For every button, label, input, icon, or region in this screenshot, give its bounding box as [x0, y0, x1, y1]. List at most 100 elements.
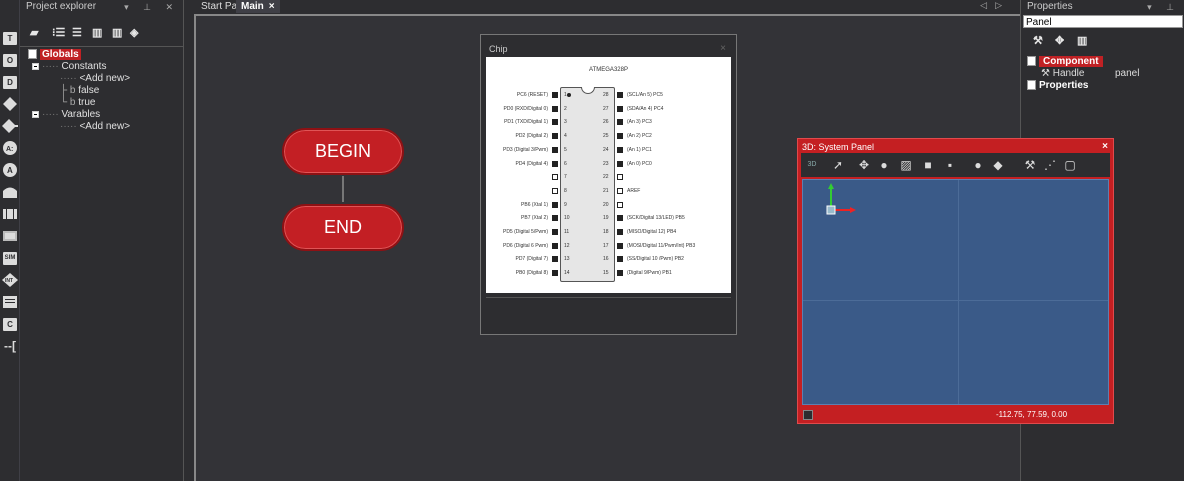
axes-icon[interactable]: ⋰	[1043, 158, 1057, 172]
component-list-icon[interactable]: ▥	[112, 26, 122, 39]
pin-11-terminal[interactable]	[552, 229, 558, 235]
pin-22-terminal[interactable]	[617, 174, 623, 181]
pin-26-terminal[interactable]	[617, 119, 623, 126]
chip-window-title: Chip	[489, 44, 508, 54]
calculation-tool-icon[interactable]	[2, 228, 18, 244]
pin-3-terminal[interactable]	[552, 119, 558, 126]
list-icon[interactable]: ☰	[72, 26, 82, 39]
pin-12-terminal[interactable]	[552, 242, 558, 249]
pin-16-terminal[interactable]	[617, 256, 623, 263]
pin-1-terminal[interactable]	[552, 92, 558, 98]
tree-add-new-variable[interactable]: ····· <Add new>	[60, 121, 130, 132]
end-block[interactable]: END	[282, 204, 404, 251]
tree-constants[interactable]: ····· Constants	[32, 61, 106, 72]
tree-variables[interactable]: ····· Varables	[32, 109, 100, 120]
pin-label: PD5 (Digital 5/Pwm)	[502, 229, 548, 235]
pin-15-terminal[interactable]	[617, 270, 623, 277]
pin-2-terminal[interactable]	[552, 105, 558, 112]
c-code-tool-icon[interactable]: C	[2, 316, 18, 332]
system-panel-window[interactable]: 3D: System Panel × 3D ➚ ✥ ● ▨ ■ ▪ ● ◆ ⚒ …	[797, 138, 1114, 424]
collapse-icon[interactable]	[32, 110, 39, 118]
collapse-icon[interactable]	[32, 62, 39, 70]
sphere-icon[interactable]: ●	[877, 158, 891, 172]
interrupt-tool-icon[interactable]: INT	[2, 272, 18, 288]
edit-icon[interactable]: ▰	[30, 26, 38, 39]
tab-main[interactable]: Main ×	[236, 0, 280, 13]
tree-constant-false[interactable]: ├ b false	[60, 85, 99, 96]
macro-list-icon[interactable]: ▥	[92, 26, 102, 39]
component-list-icon[interactable]: ▥	[1077, 34, 1087, 47]
view-icon[interactable]: ▪	[943, 158, 957, 172]
tree-constant-true[interactable]: └ b true	[60, 97, 95, 108]
tools-icon[interactable]: ⚒	[1023, 158, 1037, 172]
tab-nav-arrows[interactable]: ◁▷	[980, 0, 1010, 11]
pointer-icon[interactable]: ➚	[831, 158, 845, 172]
begin-block[interactable]: BEGIN	[282, 128, 404, 175]
3d-viewport[interactable]	[802, 179, 1109, 405]
pin-21-terminal[interactable]	[617, 187, 623, 194]
handle-value[interactable]: panel	[1115, 68, 1139, 79]
panel-controls[interactable]: ▾ ⊥	[1147, 0, 1180, 14]
pin-13-terminal[interactable]	[552, 256, 558, 263]
pin-17-terminal[interactable]	[617, 242, 623, 249]
pin-number: 21	[603, 187, 609, 194]
output-tool-icon[interactable]: O	[2, 52, 18, 68]
move-icon[interactable]: ✥	[1055, 34, 1064, 47]
pin-7-terminal[interactable]	[552, 174, 558, 181]
switch-tool-icon[interactable]	[2, 118, 18, 134]
simulation-tool-icon[interactable]: SIM	[2, 250, 18, 266]
camera-icon[interactable]: ■	[921, 158, 935, 172]
axis-gizmo-icon[interactable]	[823, 182, 863, 216]
comment-tool-icon[interactable]	[2, 294, 18, 310]
component-category[interactable]: Component	[1027, 56, 1103, 67]
component-macro-icon[interactable]	[2, 206, 18, 222]
pin-20-terminal[interactable]	[617, 201, 623, 208]
close-tab-icon[interactable]: ×	[269, 1, 275, 12]
events-icon[interactable]: ◈	[130, 26, 138, 39]
input-tool-icon[interactable]: A	[2, 162, 18, 178]
delay-tool-icon[interactable]: D	[2, 74, 18, 90]
mode-3d-label[interactable]: 3D	[805, 158, 819, 172]
tree-add-new-constant[interactable]: ····· <Add new>	[60, 73, 130, 84]
pin-4-terminal[interactable]	[552, 133, 558, 140]
close-icon[interactable]: ×	[720, 43, 726, 54]
macro-tool-icon[interactable]	[2, 184, 18, 200]
pin-10-terminal[interactable]	[552, 215, 558, 222]
bracket-tool-icon[interactable]: --[	[2, 338, 18, 354]
pin-18-terminal[interactable]	[617, 229, 623, 235]
pin-5-terminal[interactable]	[552, 146, 558, 153]
analog-tool-icon[interactable]: A:	[2, 140, 18, 156]
pin-label: PD3 (Digital 3/Pwm)	[502, 146, 548, 153]
pin-9-terminal[interactable]	[552, 201, 558, 208]
pin-number: 9	[564, 201, 567, 208]
pin-number: 7	[564, 174, 567, 181]
panel-mode-icon[interactable]	[803, 410, 813, 420]
wrench-icon[interactable]: ⚒	[1033, 34, 1043, 47]
pin-number: 25	[603, 133, 609, 140]
pin-25-terminal[interactable]	[617, 133, 623, 140]
chip-window[interactable]: Chip × ATMEGA328P 1 PC6 (RESET) 2 PD0 (RXD/…	[480, 34, 737, 335]
pin-27-terminal[interactable]	[617, 105, 623, 112]
tree-globals[interactable]: Globals	[28, 49, 81, 60]
decision-tool-icon[interactable]	[2, 96, 18, 112]
text-tool-icon[interactable]: T	[2, 30, 18, 46]
property-search-input[interactable]: Panel	[1023, 15, 1183, 28]
variables-icon[interactable]: ⁝☰	[52, 26, 65, 39]
cube-icon[interactable]: ◆	[991, 158, 1005, 172]
pin-14-terminal[interactable]	[552, 270, 558, 277]
pin-24-terminal[interactable]	[617, 146, 623, 153]
properties-category[interactable]: Properties	[1027, 80, 1088, 91]
ic-package	[560, 87, 615, 282]
pin-23-terminal[interactable]	[617, 160, 623, 167]
move-icon[interactable]: ✥	[857, 158, 871, 172]
box-dropdown-icon[interactable]: ▢	[1063, 158, 1077, 172]
pin-19-terminal[interactable]	[617, 215, 623, 222]
panel-controls[interactable]: ▾ ⊥ ✕	[124, 0, 179, 14]
pin-28-terminal[interactable]	[617, 92, 623, 98]
image-icon[interactable]: ▨	[899, 158, 913, 172]
handle-row[interactable]: ⚒ Handle	[1041, 68, 1084, 79]
pin-8-terminal[interactable]	[552, 187, 558, 194]
ball-icon[interactable]: ●	[971, 158, 985, 172]
pin-6-terminal[interactable]	[552, 160, 558, 167]
close-icon[interactable]: ×	[1102, 141, 1108, 152]
